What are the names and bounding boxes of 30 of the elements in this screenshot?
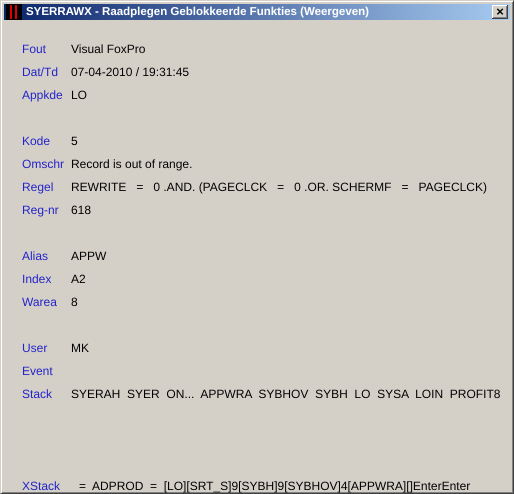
field-value: 618: [71, 202, 92, 216]
field-value: MK: [71, 340, 89, 354]
field-value: 8: [71, 294, 78, 308]
field-value: 07-04-2010 / 19:31:45: [71, 64, 190, 78]
field-value: APPW: [71, 248, 106, 262]
field-value: Record is out of range.: [71, 156, 192, 170]
field-value: 5: [71, 134, 78, 148]
app-icon: [6, 4, 22, 20]
field-label: Warea: [22, 294, 58, 308]
field-value: SYERAH SYER ON... APPWRA SYBHOV SYBH LO SYSA LOIN PROFIT8: [71, 386, 500, 400]
field-value: Visual FoxPro: [71, 42, 146, 56]
field-value: = ADPROD = [LO][SRT_S]9[SYBH]9[SYBHOV]4[APPWRA][]EnterEnter: [79, 478, 470, 492]
field-label: Event: [22, 364, 54, 378]
field-label: Alias: [22, 248, 50, 262]
field-label: Dat/Td: [22, 64, 60, 78]
field-value: REWRITE = 0 .AND. (PAGECLCK = 0 .OR. SCHERMF = PAGECLCK): [71, 180, 487, 194]
field-label: Reg-nr: [22, 202, 60, 216]
field-value: LO: [71, 88, 88, 102]
field-label: Stack: [22, 386, 54, 400]
field-label: Fout: [22, 42, 48, 56]
field-label: Regel: [22, 180, 54, 194]
field-label: Appkde: [22, 88, 64, 102]
field-label: Kode: [22, 134, 52, 148]
close-button[interactable]: ×: [492, 5, 508, 19]
field-label: Omschr: [22, 156, 65, 170]
field-label: Index: [22, 272, 52, 286]
field-label: User: [22, 340, 48, 354]
window-title: SYERRAWX - Raadplegen Geblokkeerde Funkties (Weergeven): [26, 6, 370, 18]
field-value: A2: [71, 272, 86, 286]
field-label: XStack: [22, 478, 62, 492]
